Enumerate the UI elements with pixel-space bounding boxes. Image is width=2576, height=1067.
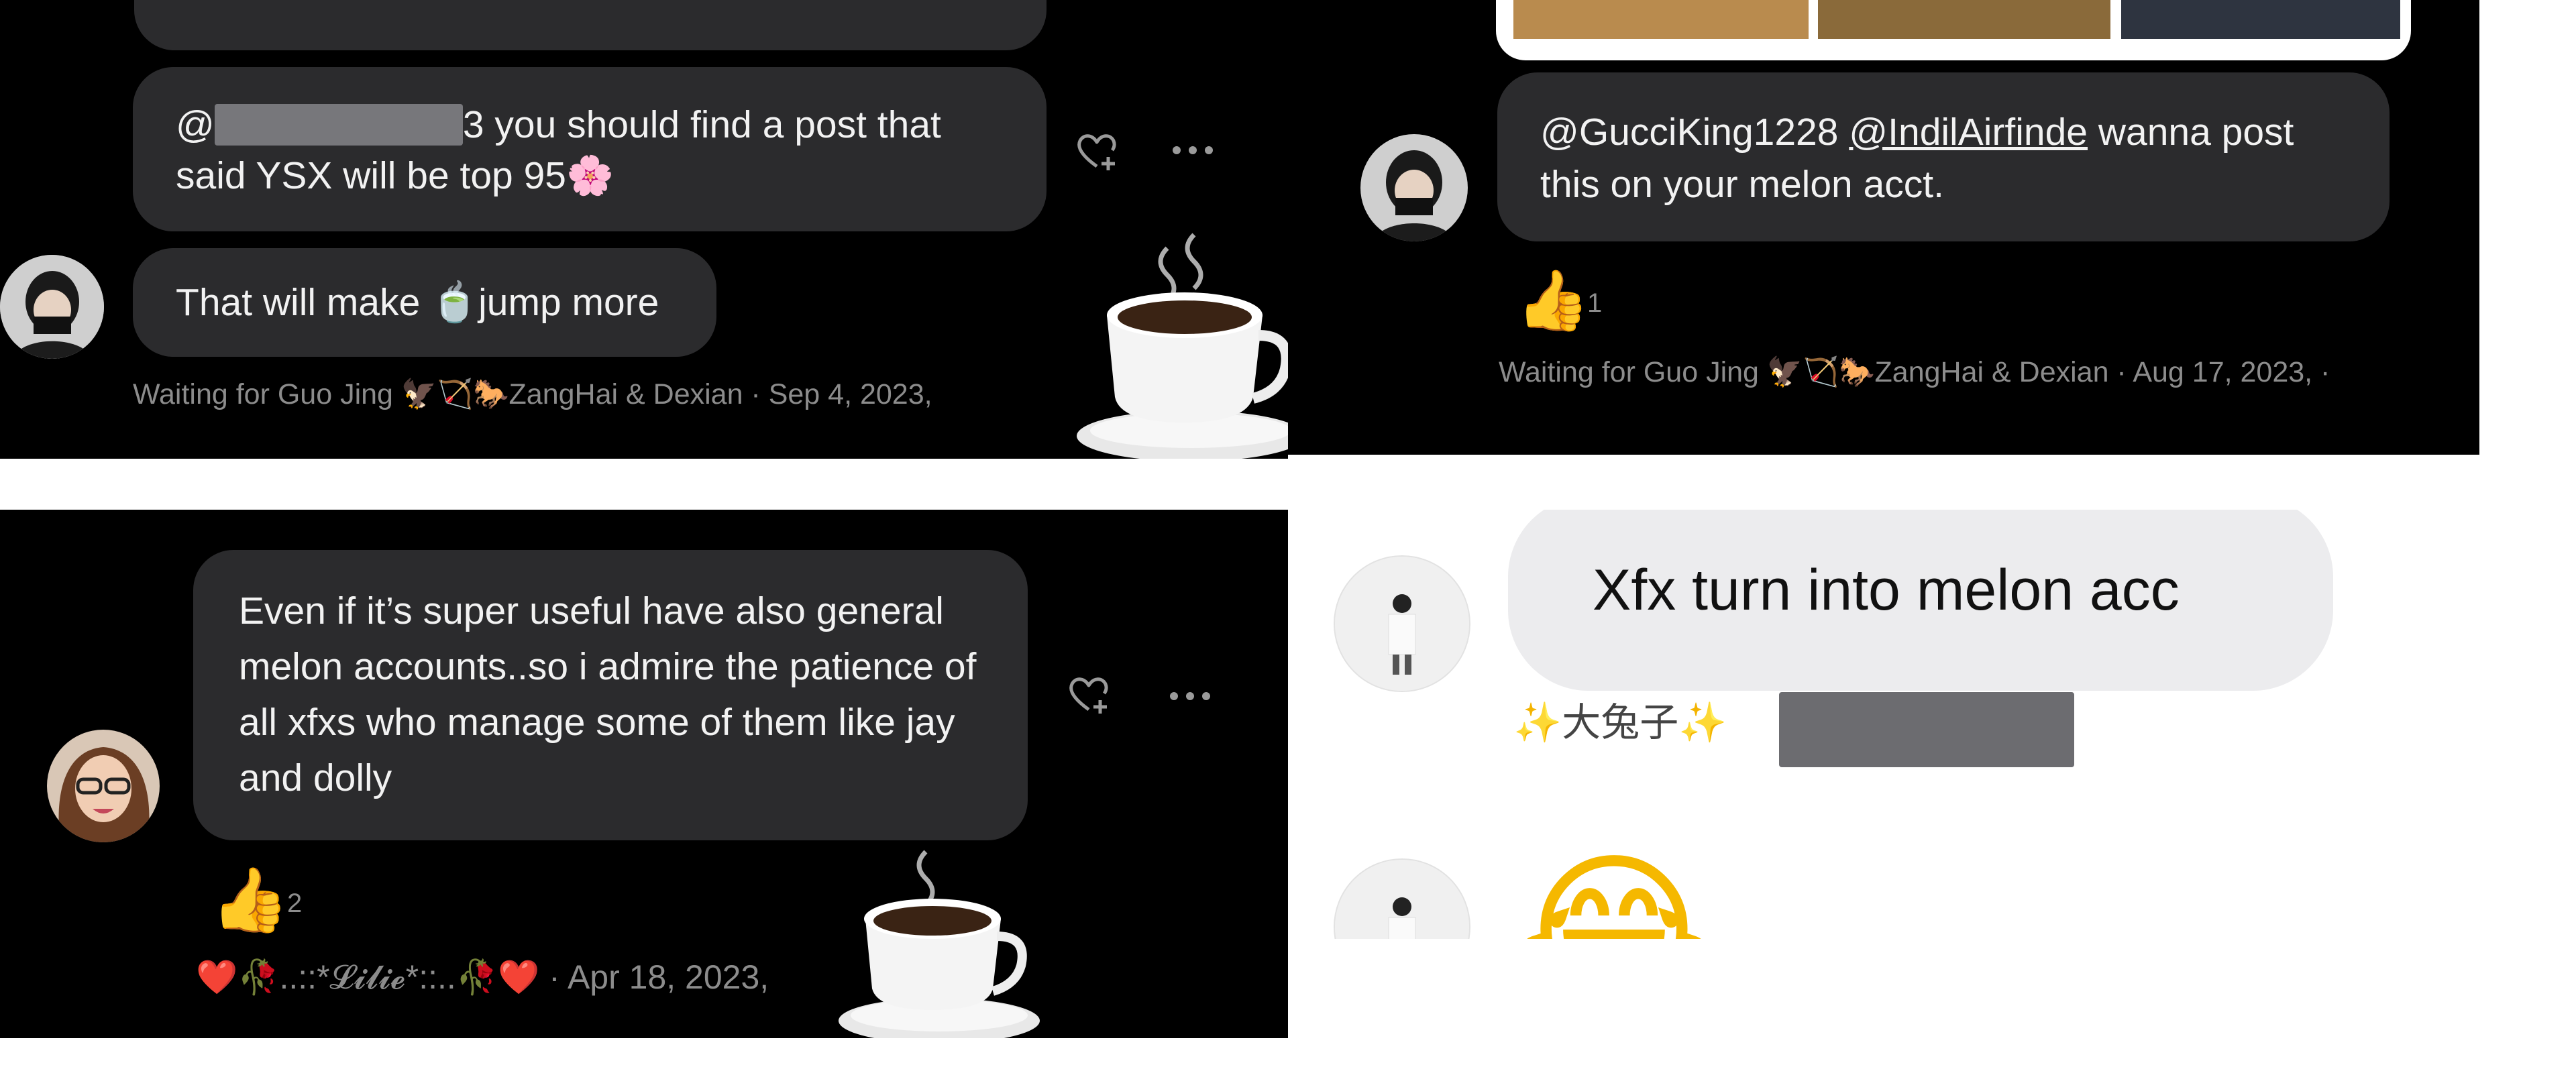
mention-guccking[interactable]: @GucciKing1228 (1540, 111, 1838, 154)
reply-bubble[interactable]: That will make 🍵jump more (133, 248, 716, 357)
previous-comment-bubble (134, 0, 1046, 50)
comment-text: @3 you should find a post that said YSX … (176, 99, 1001, 201)
mention-indilairfinde[interactable]: @IndilAirfinde (1849, 111, 2088, 154)
thumbs-up-icon[interactable]: 👍 (211, 865, 289, 936)
avatar[interactable] (47, 730, 160, 842)
image-thumbnail-1[interactable] (1513, 0, 1809, 39)
thumbs-up-icon[interactable]: 👍 (1516, 267, 1590, 334)
comment-date: · Apr 18, 2023, (539, 958, 769, 996)
reply-text-start: That will make (176, 281, 431, 324)
comment-meta: Waiting for Guo Jing 🦅🏹🐎ZangHai & Dexian… (133, 378, 932, 410)
flower-icon: 🌸 (566, 154, 614, 198)
comment-panel-3: Even if it’s super useful have also gene… (0, 510, 1288, 1038)
comment-text: Even if it’s super useful have also gene… (239, 589, 977, 799)
avatar[interactable] (0, 255, 104, 359)
reply-text-end: jump more (478, 281, 659, 324)
comment-panel-1: @3 you should find a post that said YSX … (0, 0, 1288, 459)
comment-bubble[interactable]: @3 you should find a post that said YSX … (133, 67, 1046, 231)
coffee-cup-icon (832, 845, 1046, 1038)
like-count: 1 (1587, 288, 1603, 318)
comment-meta: ❤️🥀..::*𝓛𝓲𝓵𝓲𝓮*::..🥀❤️ · Apr 18, 2023, (196, 958, 769, 997)
heart-plus-icon[interactable] (1065, 671, 1112, 718)
avatar[interactable] (1360, 134, 1468, 241)
comment-panel-4: Xfx turn into melon acc ✨大兔子✨ 😂 (1315, 510, 2496, 939)
redacted-username (214, 104, 463, 146)
more-icon[interactable] (1171, 144, 1214, 157)
username[interactable]: ✨大兔子✨ (1513, 699, 1727, 746)
author-name[interactable]: ❤️🥀..::*𝓛𝓲𝓵𝓲𝓮*::..🥀❤️ (196, 958, 539, 996)
avatar[interactable] (1334, 555, 1470, 692)
image-thumbnail-3[interactable] (2121, 0, 2400, 39)
like-count: 2 (287, 889, 303, 918)
comment-bubble[interactable]: Xfx turn into melon acc (1508, 510, 2333, 691)
avatar[interactable] (1334, 858, 1470, 939)
comment-meta: Waiting for Guo Jing 🦅🏹🐎ZangHai & Dexian… (1499, 356, 2330, 388)
comment-panel-2: @GucciKing1228 @IndilAirfinde wanna post… (1288, 0, 2479, 455)
comment-text: @GucciKing1228 @IndilAirfinde wanna post… (1540, 106, 2352, 211)
reply-text: That will make 🍵jump more (176, 279, 659, 326)
image-thumbnail-2[interactable] (1818, 0, 2110, 39)
coffee-cup-icon (1067, 221, 1288, 459)
comment-bubble[interactable]: Even if it’s super useful have also gene… (193, 550, 1028, 840)
comment-text: Xfx turn into melon acc (1593, 558, 2180, 622)
matcha-icon: 🍵 (431, 280, 479, 325)
mention-prefix[interactable]: @ (176, 103, 215, 146)
comment-bubble[interactable]: @GucciKing1228 @IndilAirfinde wanna post… (1497, 72, 2390, 241)
more-icon[interactable] (1169, 689, 1212, 703)
page-background (1288, 939, 2576, 1067)
image-attachment[interactable] (1496, 0, 2411, 60)
laughing-crying-emoji: 😂 (1516, 834, 1713, 939)
redacted-block (1779, 692, 2074, 767)
heart-plus-icon[interactable] (1073, 127, 1120, 174)
